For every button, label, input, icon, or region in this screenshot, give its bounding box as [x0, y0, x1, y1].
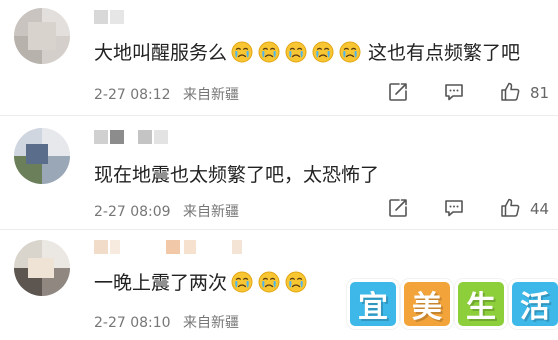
crying-emoji-icon	[339, 41, 361, 63]
like-count: 81	[530, 84, 550, 102]
comment-actions: 44	[378, 196, 558, 222]
crying-emoji-icon	[231, 271, 253, 293]
comment-meta: 2-27 08:09 来自新疆	[94, 201, 247, 221]
comment-item: 大地叫醒服务么 这也有点频繁了吧 2-27 08:12 来自新疆 81	[0, 0, 558, 112]
comment-meta: 2-27 08:10 来自新疆	[94, 312, 247, 332]
comment-time: 2-27 08:12	[94, 87, 171, 103]
comment-item: 现在地震也太频繁了吧，太恐怖了 2-27 08:09 来自新疆 44	[0, 118, 558, 230]
comment-source: 来自新疆	[183, 315, 240, 331]
watermark-char: 活	[509, 279, 558, 329]
comment-source: 来自新疆	[183, 204, 240, 220]
comment-time: 2-27 08:09	[94, 204, 171, 220]
like-count: 44	[530, 200, 550, 218]
crying-emoji-icon	[231, 41, 253, 63]
comment-meta: 2-27 08:12 来自新疆	[94, 84, 247, 104]
crying-emoji-icon	[258, 271, 280, 293]
comment-text: 现在地震也太频繁了吧，太恐怖了	[94, 160, 379, 187]
crying-emoji-icon	[285, 41, 307, 63]
comment-text-before: 一晚上震了两次	[94, 272, 228, 294]
divider	[0, 229, 558, 230]
thumbs-up-icon[interactable]	[498, 80, 522, 104]
watermark-logo: 宜 美 生 活	[347, 279, 558, 329]
crying-emoji-icon	[258, 41, 280, 63]
comment-text-after: 这也有点频繁了吧	[368, 42, 521, 64]
comment-text-before: 现在地震也太频繁了吧，太恐怖了	[94, 164, 380, 186]
watermark-char: 宜	[347, 279, 399, 329]
comment-text: 大地叫醒服务么 这也有点频繁了吧	[94, 38, 520, 65]
crying-emoji-icon	[285, 271, 307, 293]
comment-actions: 81	[378, 80, 558, 106]
comment-source: 来自新疆	[183, 87, 240, 103]
comment-text-before: 大地叫醒服务么	[94, 42, 228, 64]
watermark-char: 生	[455, 279, 507, 329]
avatar[interactable]	[14, 128, 70, 184]
comment-icon[interactable]	[442, 196, 466, 220]
share-edit-icon[interactable]	[386, 80, 410, 104]
share-edit-icon[interactable]	[386, 196, 410, 220]
avatar[interactable]	[14, 240, 70, 296]
comment-text: 一晚上震了两次	[94, 268, 314, 295]
thumbs-up-icon[interactable]	[498, 196, 522, 220]
watermark-char: 美	[401, 279, 453, 329]
divider	[0, 115, 558, 116]
comment-time: 2-27 08:10	[94, 315, 171, 331]
avatar[interactable]	[14, 8, 70, 64]
emoji-group	[231, 271, 312, 293]
crying-emoji-icon	[312, 41, 334, 63]
emoji-group	[231, 41, 366, 63]
comment-icon[interactable]	[442, 80, 466, 104]
